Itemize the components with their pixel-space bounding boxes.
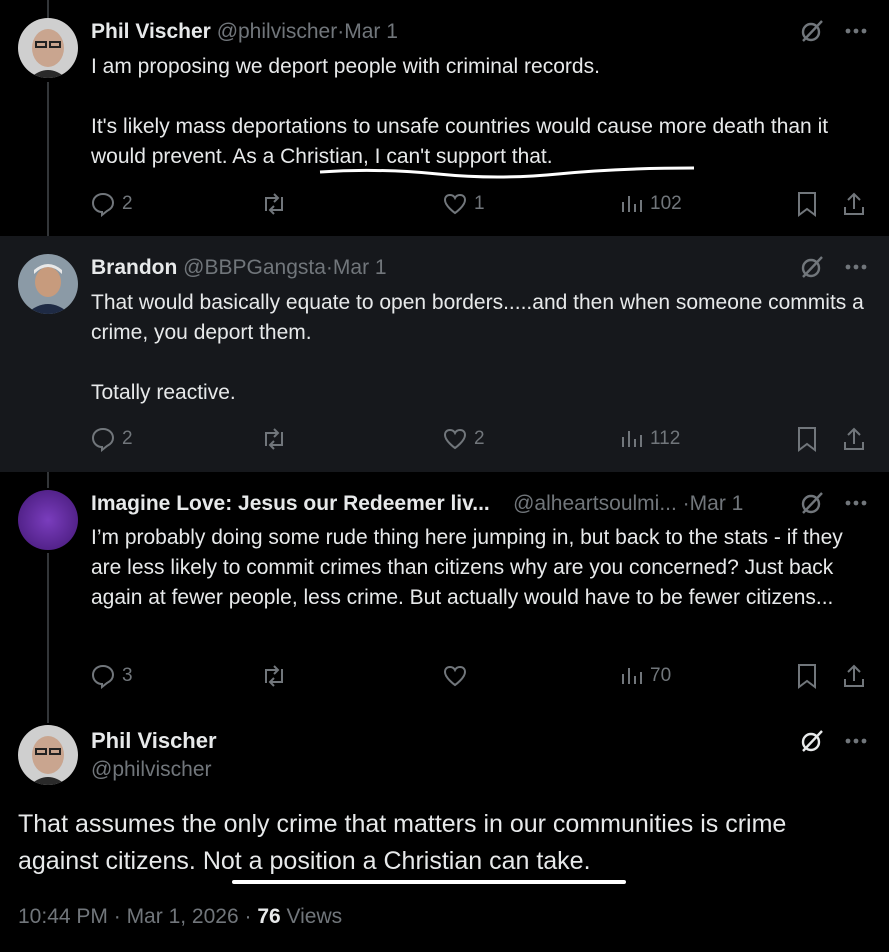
avatar[interactable] [18, 490, 78, 550]
more-icon[interactable] [845, 28, 867, 34]
tweet[interactable]: Imagine Love: Jesus our Redeemer liv... … [0, 472, 889, 708]
more-icon[interactable] [845, 738, 867, 744]
share-button[interactable] [842, 663, 866, 689]
tweet-footer: 10:44 PM · Mar 1, 2026 · 76 Views [18, 905, 342, 929]
bookmark-icon [798, 664, 816, 689]
views-icon [622, 196, 642, 212]
separator: · [682, 492, 690, 515]
views-icon [622, 431, 642, 447]
separator: · [107, 905, 127, 928]
reply-button[interactable]: 2 [90, 191, 133, 217]
reply-icon [91, 192, 115, 217]
views-button[interactable]: 112 [620, 427, 680, 451]
retweet-button[interactable] [260, 663, 294, 689]
avatar[interactable] [18, 254, 78, 314]
like-icon [443, 665, 467, 687]
like-count: 2 [474, 428, 485, 449]
grok-icon[interactable] [799, 490, 825, 516]
underline-annotation [319, 166, 695, 179]
main-author-handle[interactable]: @philvischer [91, 758, 212, 782]
bookmark-icon [798, 427, 816, 452]
reply-count: 2 [122, 428, 133, 449]
retweet-button[interactable] [260, 426, 294, 452]
views-count: 102 [650, 193, 682, 214]
avatar[interactable] [18, 18, 78, 78]
tweet-header: Brandon @BBPGangsta · Mar 1 [91, 256, 779, 280]
avatar[interactable] [18, 725, 78, 785]
tweet-text: I am proposing we deport people with cri… [91, 52, 865, 172]
grok-icon[interactable] [799, 18, 825, 44]
reply-icon [91, 664, 115, 689]
views-button[interactable]: 70 [620, 664, 671, 688]
share-button[interactable] [842, 191, 866, 217]
author-name[interactable]: Brandon [91, 256, 177, 280]
tweet-header: Phil Vischer @philvischer · Mar 1 [91, 20, 779, 44]
reply-count: 2 [122, 193, 133, 214]
tweet[interactable]: Brandon @BBPGangsta · Mar 1 That would b… [0, 236, 889, 472]
views-button[interactable]: 102 [620, 192, 682, 216]
separator: · [238, 905, 258, 928]
author-name[interactable]: Phil Vischer [91, 20, 211, 44]
action-bar: 2 2 112 [90, 424, 869, 454]
separator: · [325, 256, 333, 279]
reply-icon [91, 427, 115, 452]
more-icon[interactable] [845, 500, 867, 506]
underline-annotation [232, 880, 626, 884]
share-icon [844, 192, 864, 215]
retweet-icon [265, 428, 283, 450]
post-time[interactable]: 10:44 PM [18, 905, 108, 928]
views-count: 70 [650, 665, 672, 686]
retweet-button[interactable] [260, 191, 294, 217]
retweet-icon [265, 193, 283, 215]
author-handle[interactable]: @BBPGangsta [183, 256, 326, 280]
action-bar: 2 1 102 [90, 189, 869, 219]
main-text-highlight: Not a position a Christian can take. [202, 847, 591, 875]
tweet[interactable]: Phil Vischer @philvischer · Mar 1 I am p… [0, 0, 889, 236]
post-date[interactable]: Mar 1, 2026 [127, 905, 239, 928]
grok-icon[interactable] [799, 254, 825, 280]
more-icon[interactable] [845, 264, 867, 270]
action-bar: 3 70 [90, 661, 869, 691]
like-icon [443, 193, 467, 215]
reply-count: 3 [122, 665, 133, 686]
main-tweet-text: That assumes the only crime that matters… [18, 806, 865, 880]
retweet-icon [265, 665, 283, 687]
like-button[interactable]: 2 [442, 426, 485, 452]
grok-icon[interactable] [799, 728, 825, 754]
share-icon [844, 427, 864, 450]
bookmark-button[interactable] [796, 663, 818, 689]
separator: · [337, 20, 345, 43]
tweet-header: Imagine Love: Jesus our Redeemer liv... … [91, 492, 779, 516]
author-handle[interactable]: @alheartsoulmi... [513, 492, 677, 516]
share-button[interactable] [842, 426, 866, 452]
views-label: Views [280, 905, 343, 928]
views-count: 112 [650, 428, 681, 449]
views-icon [622, 668, 642, 684]
share-icon [844, 664, 864, 687]
tweet-text: I’m probably doing some rude thing here … [91, 526, 843, 609]
like-button[interactable]: 1 [442, 191, 485, 217]
bookmark-icon [798, 192, 816, 217]
like-button[interactable] [442, 663, 474, 689]
tweet-text-highlight: As a Christian, I can't support that. [232, 145, 553, 168]
like-icon [443, 428, 467, 450]
author-name[interactable]: Imagine Love: Jesus our Redeemer liv... [91, 492, 490, 516]
views-count[interactable]: 76 [257, 905, 280, 928]
like-count: 1 [474, 193, 485, 214]
bookmark-button[interactable] [796, 426, 818, 452]
tweet-text: That would basically equate to open bord… [91, 291, 864, 404]
tweet-date[interactable]: Mar 1 [344, 20, 398, 44]
main-author-name[interactable]: Phil Vischer [91, 728, 217, 754]
tweet-date[interactable]: Mar 1 [333, 256, 387, 280]
reply-button[interactable]: 3 [90, 663, 133, 689]
bookmark-button[interactable] [796, 191, 818, 217]
tweet-date[interactable]: Mar 1 [690, 492, 744, 516]
author-handle[interactable]: @philvischer [217, 20, 338, 44]
reply-button[interactable]: 2 [90, 426, 133, 452]
